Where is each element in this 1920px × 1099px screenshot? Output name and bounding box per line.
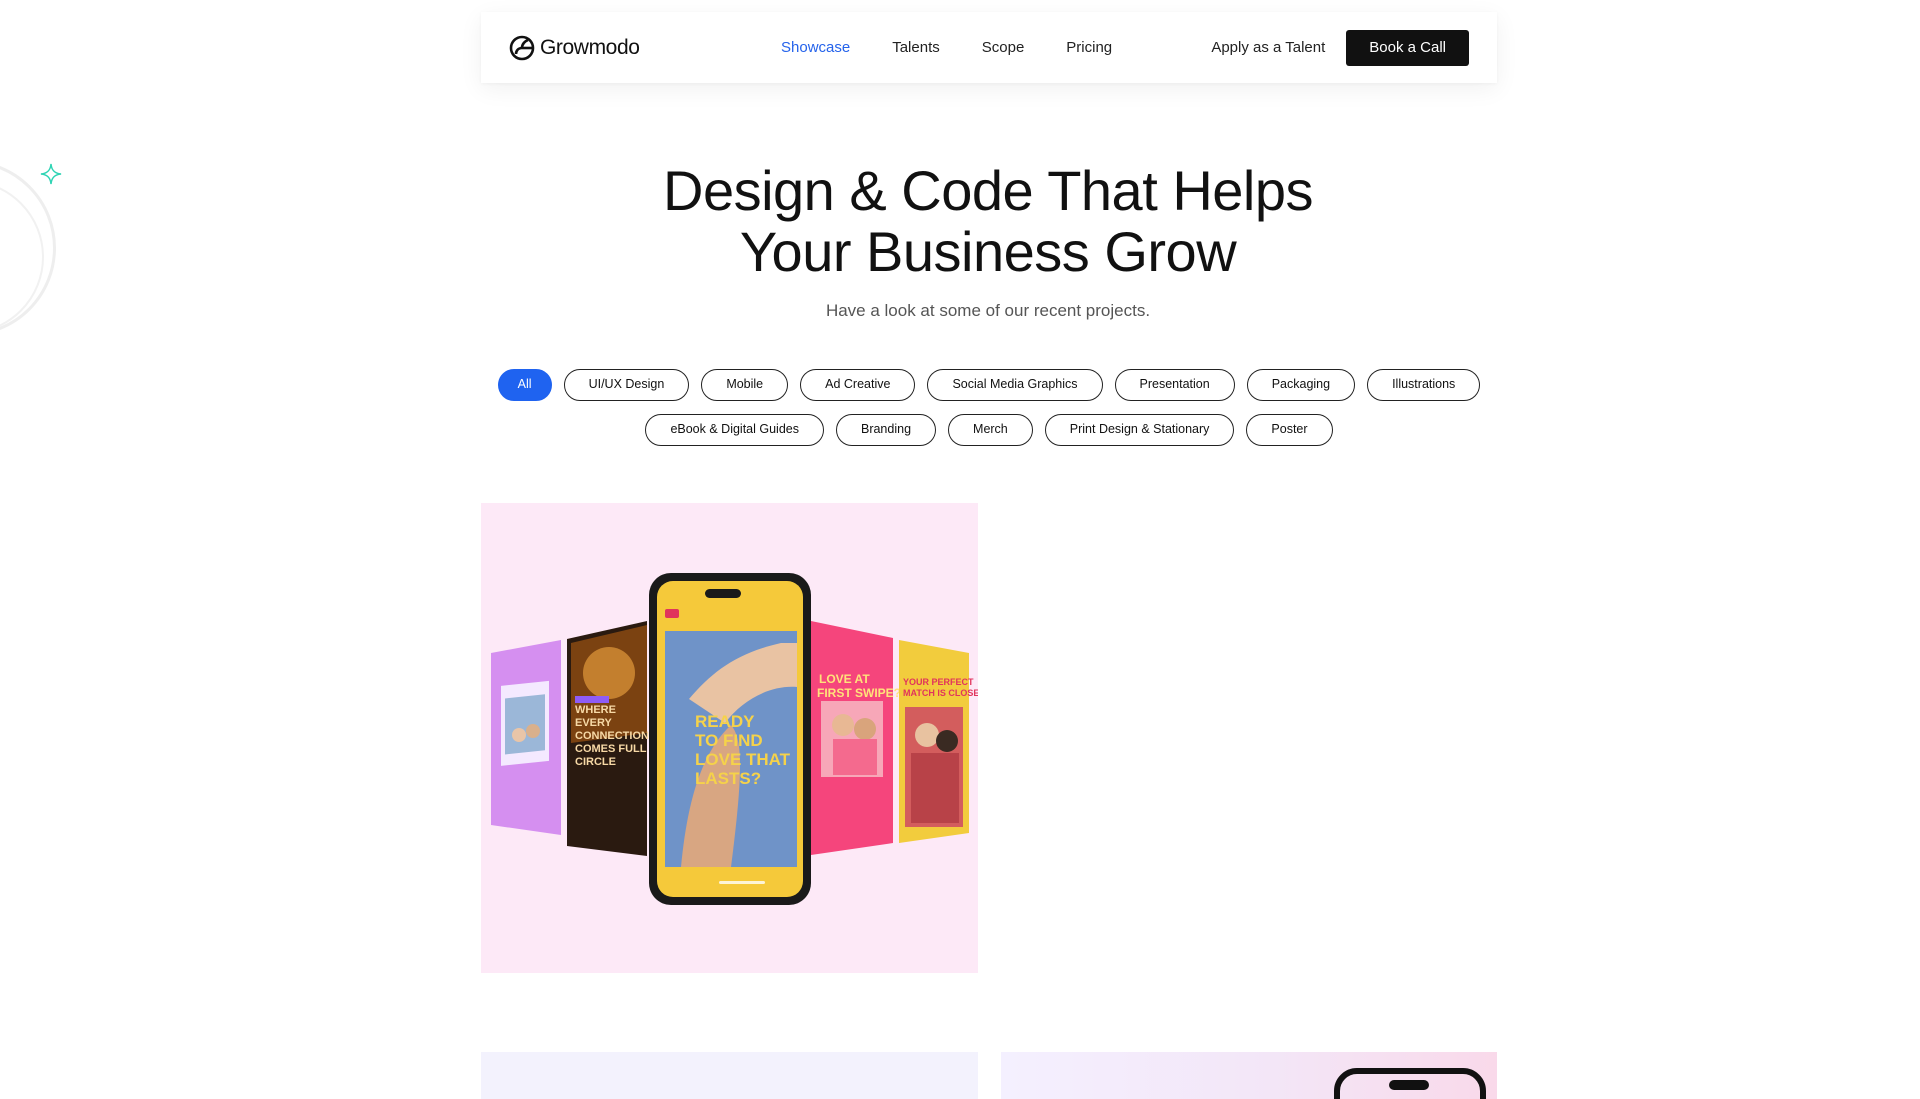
- page-title-line-2: Your Business Grow: [739, 220, 1237, 283]
- filter-chip-ad-creative[interactable]: Ad Creative: [800, 369, 916, 401]
- category-filters: All UI/UX Design Mobile Ad Creative Soci…: [481, 369, 1497, 446]
- book-a-call-button[interactable]: Book a Call: [1346, 29, 1469, 66]
- filter-chip-mobile[interactable]: Mobile: [701, 369, 789, 401]
- page: Growmodo Showcase Talents Scope Pricing …: [0, 0, 1920, 1099]
- filter-chip-print-design-stationary[interactable]: Print Design & Stationary: [1044, 414, 1235, 446]
- filter-chip-packaging[interactable]: Packaging: [1246, 369, 1356, 401]
- story-panel-yellow: YOUR PERFECT MATCH IS CLOSE: [899, 640, 978, 843]
- filter-chip-social-media-graphics[interactable]: Social Media Graphics: [927, 369, 1103, 401]
- nav-link-scope[interactable]: Scope: [982, 39, 1025, 56]
- logo[interactable]: Growmodo: [509, 35, 640, 61]
- page-title-line-1: Design & Code That Helps: [663, 159, 1314, 222]
- project-card-3[interactable]: [1001, 1052, 1497, 1099]
- filter-chip-ebook-digital-guides[interactable]: eBook & Digital Guides: [645, 414, 824, 446]
- filter-chip-branding[interactable]: Branding: [835, 414, 937, 446]
- page-subtitle: Have a look at some of our recent projec…: [825, 301, 1151, 320]
- project-card-2[interactable]: [481, 1052, 978, 1099]
- filter-chip-ui-ux-design[interactable]: UI/UX Design: [563, 369, 690, 401]
- story-panel-purple: [491, 640, 561, 835]
- story-panel-dark: WHERE EVERY CONNECTION COMES FULL CIRCLE: [567, 621, 649, 856]
- filter-row-1: All UI/UX Design Mobile Ad Creative Soci…: [497, 369, 1481, 401]
- top-navbar: Growmodo Showcase Talents Scope Pricing …: [481, 12, 1497, 83]
- filter-chip-illustrations[interactable]: Illustrations: [1367, 369, 1481, 401]
- growmodo-logo-icon: [509, 35, 535, 60]
- filter-chip-presentation[interactable]: Presentation: [1114, 369, 1235, 401]
- logo-text: Growmodo: [540, 35, 640, 59]
- nav-link-pricing[interactable]: Pricing: [1066, 39, 1112, 56]
- filter-chip-merch[interactable]: Merch: [948, 414, 1033, 446]
- phone-mockup: READY TO FIND LOVE THAT LASTS?: [649, 573, 811, 905]
- nav-actions: Apply as a Talent Book a Call: [1211, 29, 1469, 66]
- filter-row-2: eBook & Digital Guides Branding Merch Pr…: [645, 414, 1333, 446]
- nav-link-showcase[interactable]: Showcase: [781, 39, 850, 56]
- nav-link-talents[interactable]: Talents: [892, 39, 940, 56]
- project-preview-image-3: [1334, 1068, 1486, 1099]
- story-panel-pink: LOVE AT FIRST SWIPE?: [811, 621, 901, 855]
- apply-as-talent-link[interactable]: Apply as a Talent: [1211, 39, 1325, 56]
- project-preview-image: WHERE EVERY CONNECTION COMES FULL CIRCLE LOV…: [491, 573, 978, 905]
- page-title: Design & Code That Helps Your Business G…: [0, 160, 1920, 282]
- main-nav: Showcase Talents Scope Pricing: [781, 39, 1112, 56]
- filter-chip-poster[interactable]: Poster: [1246, 414, 1333, 446]
- project-card-dating-app[interactable]: WHERE EVERY CONNECTION COMES FULL CIRCLE LOV…: [481, 503, 978, 973]
- story-panel-yellow-text: YOUR PERFECT MATCH IS CLOSE: [903, 677, 978, 698]
- filter-chip-all[interactable]: All: [497, 369, 552, 401]
